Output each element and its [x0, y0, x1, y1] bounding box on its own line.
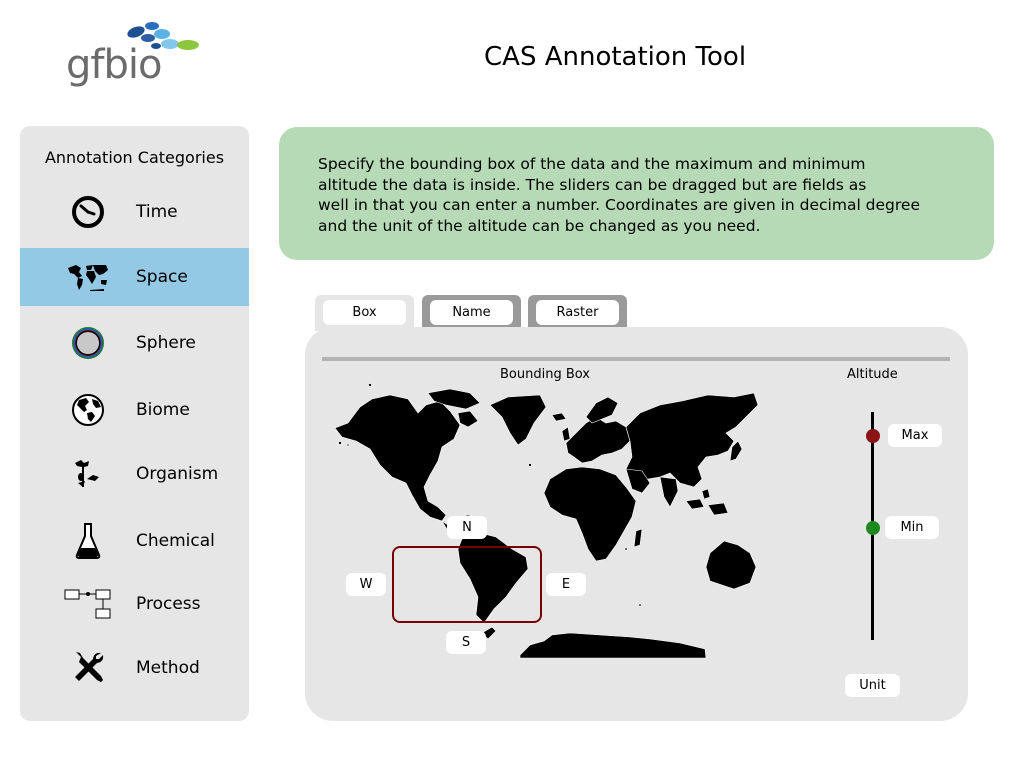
- north-field[interactable]: N: [447, 516, 487, 539]
- sidebar-item-organism[interactable]: Organism: [20, 445, 249, 503]
- unit-field[interactable]: Unit: [845, 674, 900, 697]
- east-field[interactable]: E: [546, 573, 586, 596]
- max-altitude-field[interactable]: Max: [888, 424, 942, 447]
- sidebar-item-label: Sphere: [136, 333, 196, 353]
- instructions-line: altitude the data is inside. The sliders…: [318, 175, 867, 194]
- organism-icon: [70, 456, 106, 492]
- max-altitude-handle[interactable]: [866, 429, 880, 443]
- sidebar-item-label: Time: [136, 202, 178, 222]
- sidebar-item-label: Organism: [136, 464, 219, 484]
- tab-box-label: Box: [323, 300, 406, 325]
- min-altitude-handle[interactable]: [866, 521, 880, 535]
- gfbio-logo: gfbio: [66, 20, 206, 90]
- sidebar-item-label: Space: [136, 267, 188, 287]
- tab-name-label: Name: [430, 300, 513, 325]
- bounding-box-label: Bounding Box: [500, 367, 591, 382]
- sidebar-item-label: Process: [136, 594, 201, 614]
- min-altitude-field[interactable]: Min: [885, 516, 939, 539]
- south-field[interactable]: S: [446, 631, 486, 654]
- sidebar-item-biome[interactable]: Biome: [20, 381, 249, 439]
- globe-icon: [70, 392, 106, 428]
- sidebar-item-sphere[interactable]: Sphere: [20, 314, 249, 372]
- bounding-box-selection[interactable]: [392, 546, 542, 623]
- instructions-line: well in that you can enter a number. Coo…: [318, 196, 920, 214]
- sidebar-item-method[interactable]: Method: [20, 639, 249, 697]
- panel-divider: [322, 357, 950, 361]
- sphere-icon: [70, 325, 106, 361]
- sidebar-heading: Annotation Categories: [44, 148, 225, 167]
- altitude-label: Altitude: [847, 367, 898, 382]
- sidebar-item-label: Method: [136, 658, 200, 678]
- tab-raster-label: Raster: [536, 300, 619, 325]
- process-diagram-icon: [64, 586, 112, 622]
- sidebar-item-label: Biome: [136, 400, 190, 420]
- west-field[interactable]: W: [346, 573, 386, 596]
- tools-icon: [70, 650, 106, 686]
- tab-raster[interactable]: Raster: [528, 295, 627, 331]
- clock-icon: [70, 194, 106, 230]
- annotation-categories-sidebar: Annotation Categories Time Space Sphere …: [20, 126, 249, 721]
- sidebar-item-space[interactable]: Space: [20, 248, 249, 306]
- instructions-box: Specify the bounding box of the data and…: [279, 127, 994, 260]
- flask-icon: [70, 523, 106, 559]
- tab-name[interactable]: Name: [422, 295, 521, 331]
- instructions-line: and the unit of the altitude can be chan…: [318, 216, 761, 235]
- page-title: CAS Annotation Tool: [484, 42, 747, 72]
- instructions-line: Specify the bounding box of the data and…: [318, 155, 866, 173]
- sidebar-item-label: Chemical: [136, 531, 215, 551]
- tab-box[interactable]: Box: [315, 295, 414, 331]
- sidebar-item-time[interactable]: Time: [20, 183, 249, 241]
- world-map-icon: [66, 259, 110, 295]
- sidebar-item-process[interactable]: Process: [20, 575, 249, 633]
- sidebar-item-chemical[interactable]: Chemical: [20, 512, 249, 570]
- logo-graphic: [127, 22, 199, 50]
